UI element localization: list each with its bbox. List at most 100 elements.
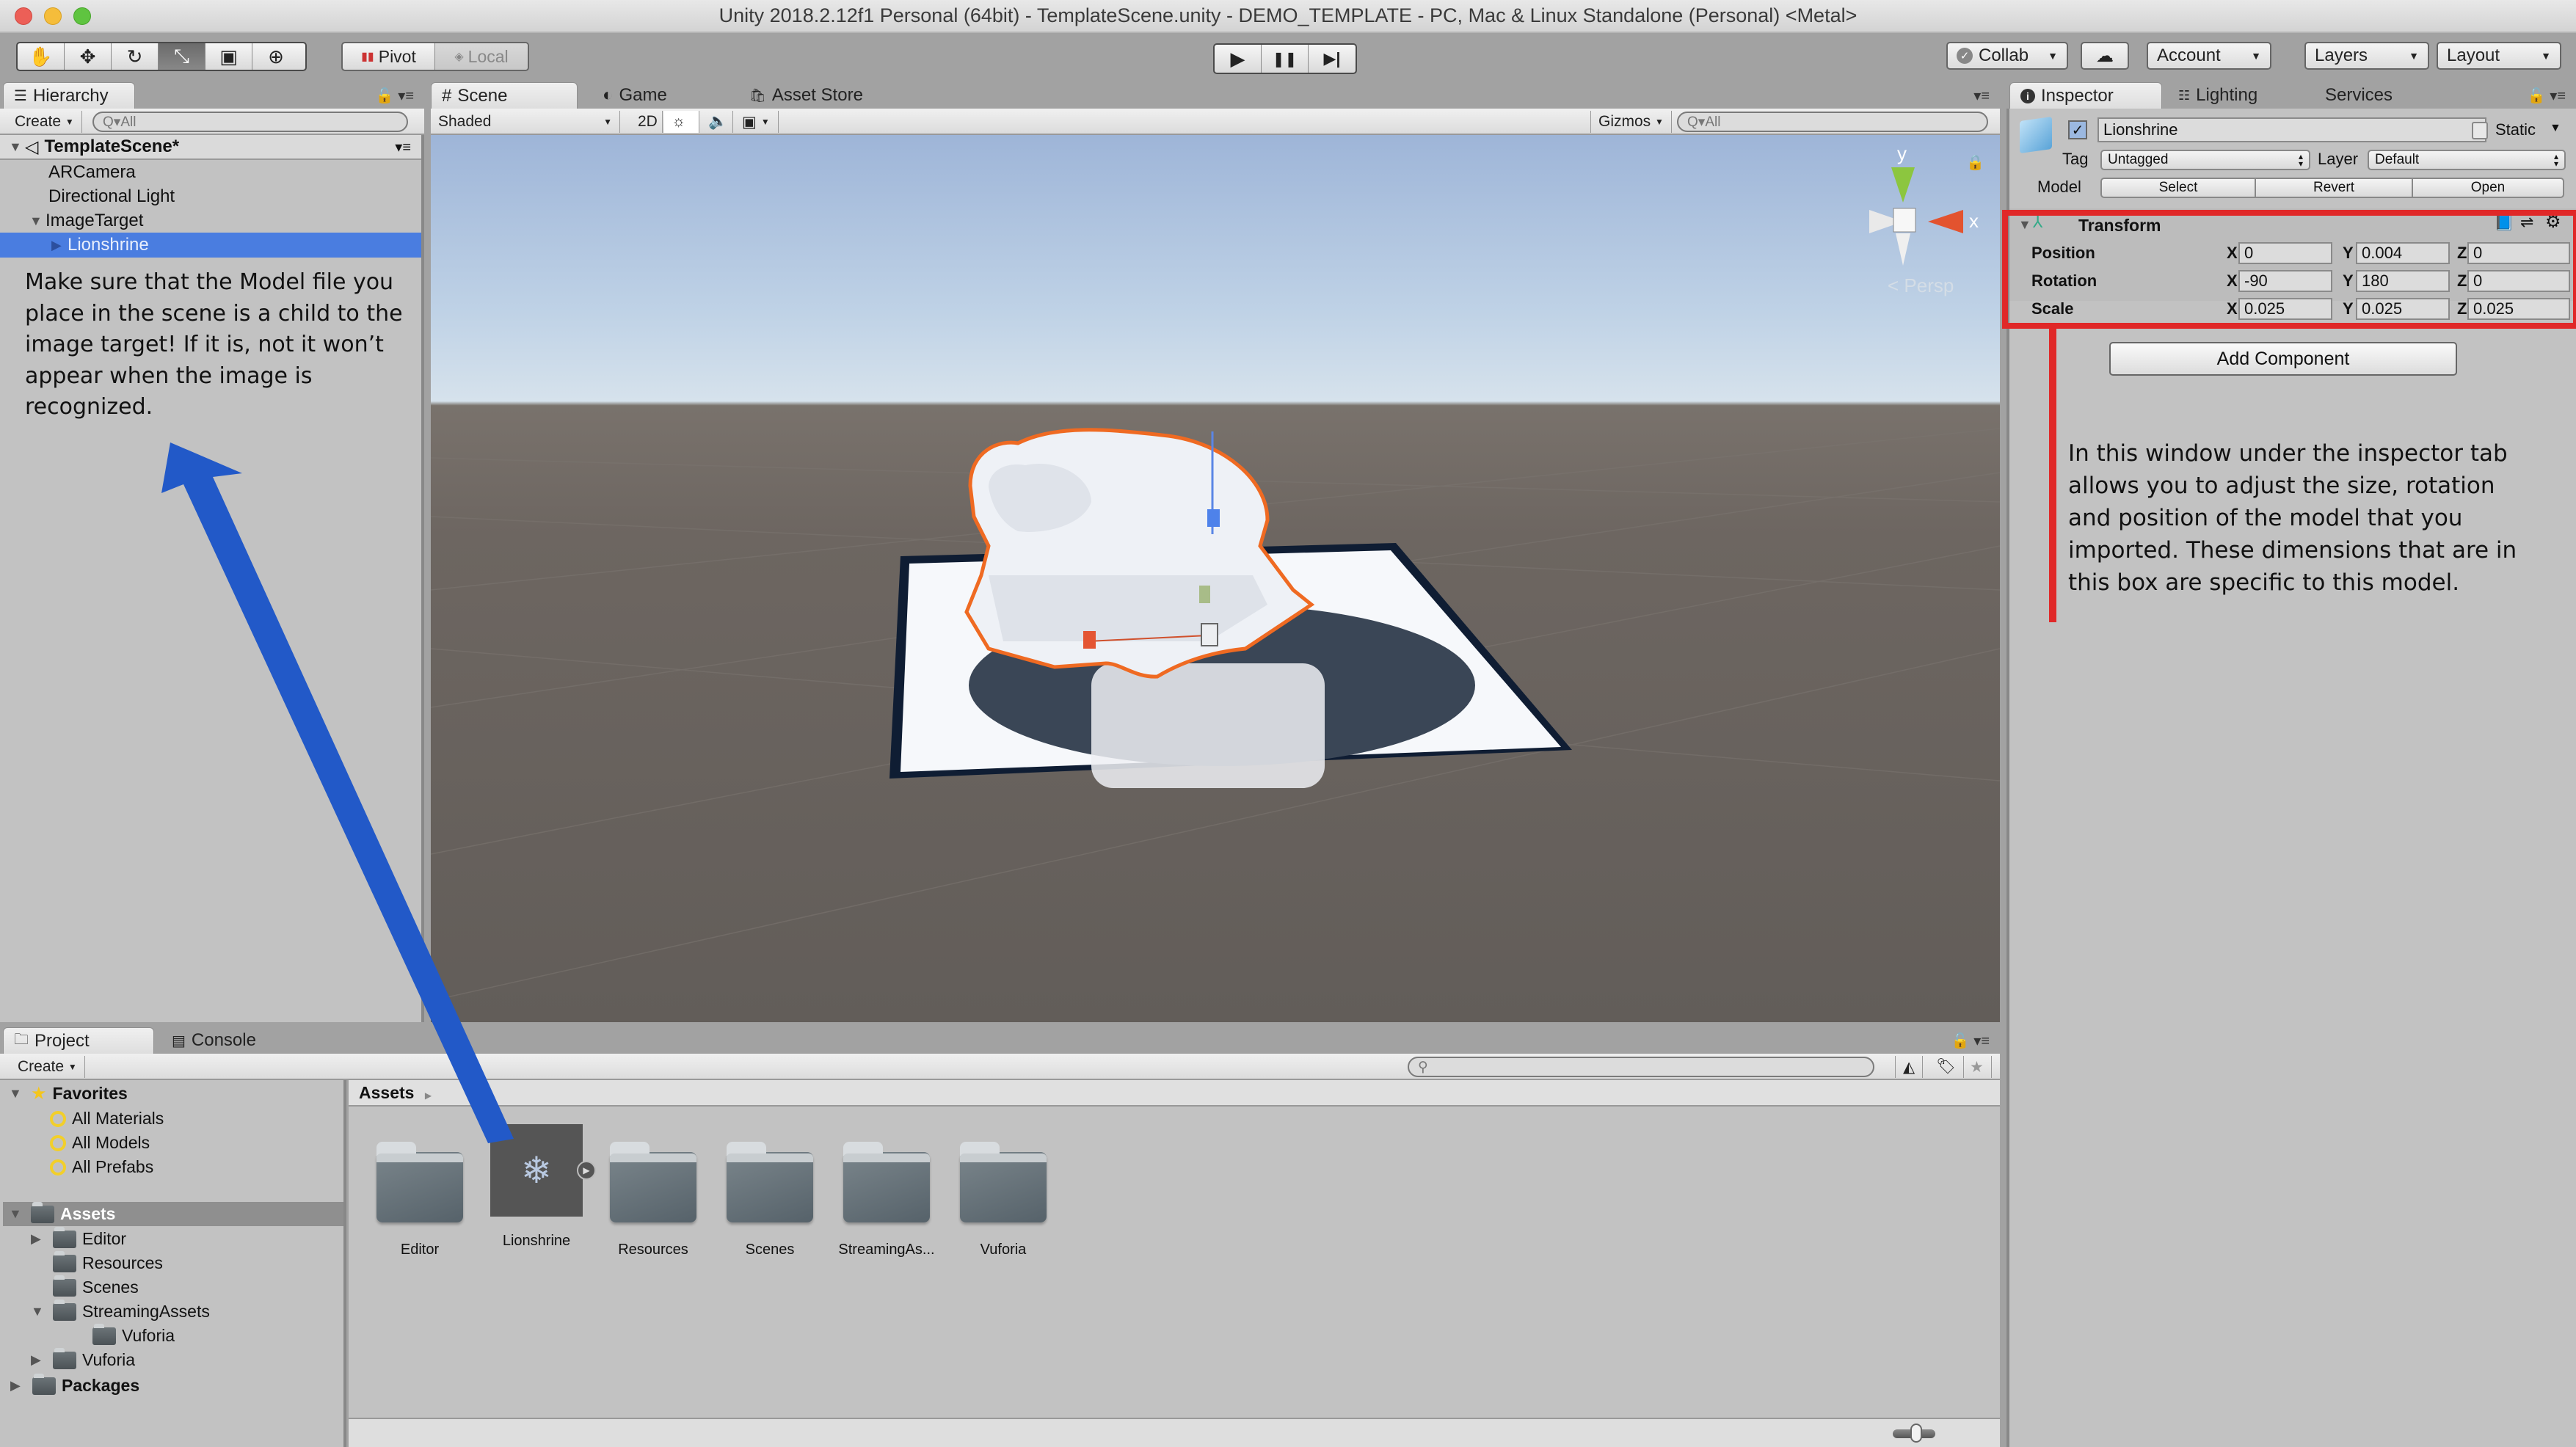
scene-menu-icon[interactable]: ▾≡ bbox=[395, 138, 411, 156]
gizmo-center-handle[interactable] bbox=[1201, 623, 1218, 646]
scene-orientation-gizmo[interactable] bbox=[1869, 167, 1963, 266]
scene-panel-menu[interactable]: ▾≡ bbox=[1973, 87, 1990, 105]
project-folder-tree: ▼ ★ Favorites All Materials All Models A… bbox=[0, 1080, 346, 1447]
expand-asset-icon[interactable]: ▶ bbox=[577, 1161, 596, 1180]
tab-asset-store[interactable]: 🛍 Asset Store bbox=[739, 82, 873, 109]
gizmo-lock-icon[interactable]: 🔒 bbox=[1966, 155, 1984, 171]
tag-dropdown[interactable]: Untagged ▴ ▾ bbox=[2100, 150, 2310, 170]
tab-inspector[interactable]: i Inspector bbox=[2009, 82, 2162, 109]
gizmos-dropdown[interactable]: Gizmos ▼ bbox=[1590, 111, 1672, 133]
collab-dropdown[interactable]: ✓ Collab ▼ bbox=[1946, 42, 2068, 70]
shading-mode-dropdown[interactable]: Shaded ▼ bbox=[431, 111, 620, 133]
asset-tree-item[interactable]: Resources bbox=[31, 1250, 163, 1275]
assets-root-row[interactable]: ▼ Assets bbox=[3, 1201, 343, 1226]
scene-root-row[interactable]: ▼ ◁ TemplateScene* ▾≡ bbox=[0, 135, 421, 160]
hierarchy-item-directional-light[interactable]: Directional Light bbox=[0, 184, 421, 209]
layers-dropdown[interactable]: Layers ▼ bbox=[2304, 42, 2429, 70]
scene-viewport[interactable]: y x < Persp 🔒 bbox=[431, 135, 2000, 1022]
model-select-button[interactable]: Select bbox=[2100, 178, 2256, 198]
asset-tree-item[interactable]: ▼ StreamingAssets bbox=[31, 1299, 210, 1324]
hierarchy-search-input[interactable]: Q▾All bbox=[92, 112, 408, 132]
object-name-input[interactable]: Lionshrine bbox=[2097, 117, 2486, 142]
tab-services[interactable]: Services bbox=[2315, 82, 2403, 109]
tab-console[interactable]: ▤ Console bbox=[161, 1027, 266, 1054]
tab-project[interactable]: 🗀 Project bbox=[3, 1027, 154, 1054]
scene-search-input[interactable]: Q▾All bbox=[1677, 112, 1988, 132]
project-search-input[interactable]: ⚲ bbox=[1408, 1057, 1874, 1077]
gizmo-z-handle[interactable] bbox=[1207, 509, 1220, 527]
pivot-button[interactable]: ▮▮ Pivot bbox=[343, 43, 435, 70]
inspector-lock-menu[interactable]: 🔓 ▾≡ bbox=[2528, 87, 2566, 105]
hierarchy-panel: ▼ ◁ TemplateScene* ▾≡ ARCamera Direction… bbox=[0, 135, 424, 1022]
pause-button[interactable]: ❚❚ bbox=[1262, 45, 1309, 73]
tab-hierarchy[interactable]: ☰ Hierarchy bbox=[3, 82, 135, 109]
move-tool-button[interactable]: ✥ bbox=[65, 43, 112, 70]
hierarchy-item-lionshrine[interactable]: ▶ Lionshrine bbox=[0, 233, 421, 258]
asset-grid-item[interactable]: Editor bbox=[365, 1124, 475, 1258]
asset-grid-item[interactable]: Resources bbox=[598, 1124, 708, 1258]
static-dropdown-icon[interactable]: ▼ bbox=[2550, 122, 2561, 135]
hand-tool-button[interactable]: ✋ bbox=[18, 43, 65, 70]
tab-lighting[interactable]: ☷ Lighting bbox=[2168, 82, 2268, 109]
effects-dropdown[interactable]: ▣ ▼ bbox=[735, 111, 779, 133]
layer-label: Layer bbox=[2318, 150, 2359, 168]
rotate-tool-button[interactable]: ↻ bbox=[112, 43, 159, 70]
icon-size-slider-thumb[interactable] bbox=[1910, 1424, 1922, 1443]
2d-toggle[interactable]: 2D bbox=[630, 111, 663, 133]
lighting-icon: ☷ bbox=[2178, 87, 2191, 103]
local-button[interactable]: ◈ Local bbox=[435, 43, 528, 70]
chevron-down-icon: ▼ bbox=[65, 117, 74, 127]
favorite-all-materials[interactable]: All Materials bbox=[50, 1107, 164, 1131]
collapsed-triangle-icon[interactable]: ▶ bbox=[31, 1352, 47, 1368]
model-revert-button[interactable]: Revert bbox=[2255, 178, 2413, 198]
model-open-button[interactable]: Open bbox=[2412, 178, 2564, 198]
asset-tree-item[interactable]: ▶ Vuforia bbox=[31, 1347, 135, 1372]
model-thumbnail-icon: ❄ ▶ bbox=[490, 1124, 596, 1217]
layout-dropdown[interactable]: Layout ▼ bbox=[2437, 42, 2561, 70]
favorites-row[interactable]: ▼ ★ Favorites bbox=[9, 1082, 128, 1106]
transform-tool-button[interactable]: ⊕ bbox=[252, 43, 299, 70]
add-component-button[interactable]: Add Component bbox=[2109, 342, 2457, 376]
play-button[interactable]: ▶ bbox=[1215, 45, 1262, 73]
rect-tool-button[interactable]: ▣ bbox=[205, 43, 252, 70]
gameobject-cube-icon bbox=[2020, 116, 2052, 154]
project-lock-menu[interactable]: 🔓 ▾≡ bbox=[1951, 1032, 1990, 1050]
asset-grid-item[interactable]: StreamingAs... bbox=[832, 1124, 942, 1258]
asset-tree-item[interactable]: Vuforia bbox=[70, 1323, 175, 1348]
active-checkbox[interactable]: ✓ bbox=[2068, 120, 2087, 139]
account-dropdown[interactable]: Account ▼ bbox=[2147, 42, 2271, 70]
favorite-all-models[interactable]: All Models bbox=[50, 1131, 150, 1155]
gizmo-y-handle[interactable] bbox=[1199, 586, 1210, 603]
hierarchy-create-button[interactable]: Create ▼ bbox=[7, 111, 82, 133]
asset-tree-item[interactable]: Scenes bbox=[31, 1275, 139, 1300]
breadcrumb-assets[interactable]: Assets bbox=[359, 1083, 414, 1102]
layer-dropdown[interactable]: Default ▴ ▾ bbox=[2368, 150, 2566, 170]
asset-tree-item[interactable]: ▶ Editor bbox=[31, 1226, 126, 1251]
lighting-toggle[interactable]: ☼ bbox=[664, 111, 699, 133]
cloud-button[interactable]: ☁ bbox=[2081, 42, 2129, 70]
gizmo-x-handle[interactable] bbox=[1083, 631, 1096, 649]
tab-game[interactable]: ◐ Game bbox=[592, 82, 677, 109]
hierarchy-item-imagetarget[interactable]: ▼ ImageTarget bbox=[0, 208, 421, 233]
folder-icon bbox=[31, 1201, 54, 1223]
perspective-label[interactable]: < Persp bbox=[1888, 274, 1954, 296]
collapsed-triangle-icon[interactable]: ▶ bbox=[31, 1231, 47, 1247]
packages-row[interactable]: ▶ Packages bbox=[10, 1373, 139, 1398]
filter-by-type-button[interactable]: ◭ bbox=[1895, 1056, 1924, 1078]
panel-lock-menu[interactable]: 🔓 ▾≡ bbox=[376, 87, 414, 105]
asset-grid-item[interactable]: Scenes bbox=[715, 1124, 825, 1258]
expand-triangle-icon[interactable]: ▼ bbox=[31, 1304, 47, 1319]
tab-scene[interactable]: # Scene bbox=[431, 82, 578, 109]
favorites-filter-button[interactable]: ★ bbox=[1962, 1056, 1992, 1078]
asset-grid-item[interactable]: Vuforia bbox=[948, 1124, 1058, 1258]
static-checkbox[interactable] bbox=[2472, 122, 2488, 139]
filter-by-label-button[interactable]: 🏷 bbox=[1929, 1056, 1964, 1078]
step-button[interactable]: ▶| bbox=[1309, 45, 1356, 73]
audio-toggle[interactable]: 🔈 bbox=[701, 111, 733, 133]
hierarchy-item-arcamera[interactable]: ARCamera bbox=[0, 160, 421, 185]
breadcrumb-arrow-icon: ▶ bbox=[424, 1090, 432, 1101]
scale-tool-button[interactable]: ⤡ bbox=[159, 43, 205, 70]
favorite-all-prefabs[interactable]: All Prefabs bbox=[50, 1155, 153, 1179]
project-create-button[interactable]: Create ▼ bbox=[10, 1056, 85, 1078]
asset-grid-item[interactable]: ❄ ▶ Lionshrine bbox=[481, 1124, 596, 1250]
